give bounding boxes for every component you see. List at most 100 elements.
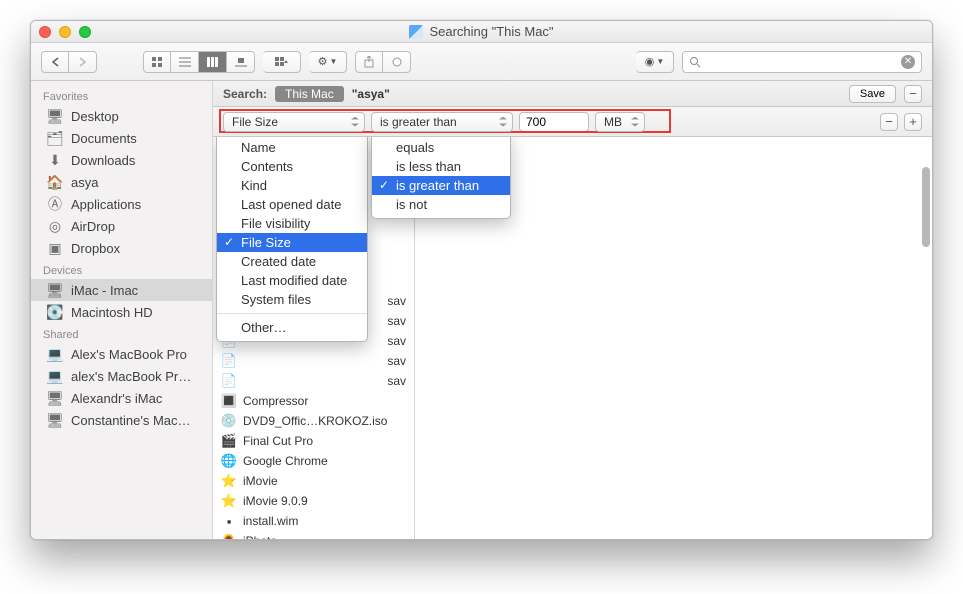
list-item[interactable]: 🎬Final Cut Pro xyxy=(213,431,414,451)
list-item[interactable]: 💿DVD9_Offic…KROKOZ.iso xyxy=(213,411,414,431)
add-criteria-button[interactable]: + xyxy=(904,113,922,131)
dropdown-item[interactable]: Last modified date xyxy=(217,271,367,290)
view-buttons xyxy=(143,51,255,73)
finder-window: Searching "This Mac" ⚙▼ ◉▼ ✕ Fa xyxy=(30,20,933,540)
zoom-window-button[interactable] xyxy=(79,26,91,38)
list-item[interactable]: ▪install.wim xyxy=(213,511,414,531)
dropdown-item[interactable]: is less than xyxy=(372,157,510,176)
comparator-dropdown: equals is less than is greater than is n… xyxy=(371,137,511,219)
desktop-icon: 🖥 xyxy=(47,108,63,124)
dropdown-item[interactable]: Kind xyxy=(217,176,367,195)
chevron-down-icon: ▼ xyxy=(329,57,337,66)
share-button[interactable] xyxy=(355,51,383,73)
dropbox-icon: ▣ xyxy=(47,240,63,256)
sidebar-item-dropbox[interactable]: ▣Dropbox xyxy=(31,237,212,259)
dropdown-item-other[interactable]: Other… xyxy=(217,318,367,337)
criteria-comparator-select[interactable]: is greater than xyxy=(371,112,513,132)
list-item[interactable]: ⭐iMovie xyxy=(213,471,414,491)
dropdown-item[interactable]: Last opened date xyxy=(217,195,367,214)
list-item[interactable]: 📄sav xyxy=(213,351,414,371)
dropdown-item[interactable]: equals xyxy=(372,138,510,157)
imac-icon: 🖥 xyxy=(47,412,63,428)
scroll-thumb[interactable] xyxy=(922,167,930,247)
column-view-button[interactable] xyxy=(199,51,227,73)
sidebar-item-shared[interactable]: 💻alex's MacBook Pr… xyxy=(31,365,212,387)
dropdown-item[interactable]: Created date xyxy=(217,252,367,271)
list-item[interactable]: 📄sav xyxy=(213,371,414,391)
dropdown-item[interactable]: is greater than xyxy=(372,176,510,195)
search-field[interactable]: ✕ xyxy=(682,51,922,73)
scrollbar[interactable] xyxy=(922,167,930,367)
sidebar-item-shared[interactable]: 🖥Constantine's Mac… xyxy=(31,409,212,431)
gear-icon: ⚙ xyxy=(318,55,328,68)
sidebar-header-shared: Shared xyxy=(31,323,212,343)
quicklook-button[interactable]: ◉▼ xyxy=(636,51,674,73)
back-button[interactable] xyxy=(41,51,69,73)
dropdown-item[interactable]: System files xyxy=(217,290,367,309)
dropdown-item[interactable]: Name xyxy=(217,138,367,157)
file-results: 📄sav 📄sav 📄sav 📄sav 📄sav 🔳Compressor 💿DV… xyxy=(213,137,932,539)
sidebar-item-macintosh-hd[interactable]: 💽Macintosh HD xyxy=(31,301,212,323)
list-item[interactable]: 🔳Compressor xyxy=(213,391,414,411)
sidebar-item-shared[interactable]: 💻Alex's MacBook Pro xyxy=(31,343,212,365)
sidebar-header-favorites: Favorites xyxy=(31,85,212,105)
dropdown-item[interactable]: File Size xyxy=(217,233,367,252)
dropdown-item[interactable]: Contents xyxy=(217,157,367,176)
save-search-button[interactable]: Save xyxy=(849,85,896,103)
dropdown-item[interactable]: is not xyxy=(372,195,510,214)
home-icon: 🏠 xyxy=(47,174,63,190)
arrange-button[interactable] xyxy=(263,51,301,73)
sidebar-item-home[interactable]: 🏠asya xyxy=(31,171,212,193)
nav-buttons xyxy=(41,51,97,73)
sidebar-header-devices: Devices xyxy=(31,259,212,279)
toolbar: ⚙▼ ◉▼ ✕ xyxy=(31,43,932,81)
sidebar-item-shared[interactable]: 🖥Alexandr's iMac xyxy=(31,387,212,409)
coverflow-view-button[interactable] xyxy=(227,51,255,73)
scope-this-mac[interactable]: This Mac xyxy=(275,86,344,102)
imac-icon: 🖥 xyxy=(47,282,63,298)
sidebar-item-downloads[interactable]: ⬇Downloads xyxy=(31,149,212,171)
sidebar-item-desktop[interactable]: 🖥Desktop xyxy=(31,105,212,127)
minimize-window-button[interactable] xyxy=(59,26,71,38)
search-input[interactable] xyxy=(705,55,897,69)
icon-view-button[interactable] xyxy=(143,51,171,73)
main-area: Search: This Mac "asya" Save − File Size… xyxy=(213,81,932,539)
applications-icon: Ⓐ xyxy=(47,196,63,212)
share-buttons xyxy=(355,51,411,73)
list-view-button[interactable] xyxy=(171,51,199,73)
sidebar: Favorites 🖥Desktop 🗂Documents ⬇Downloads… xyxy=(31,81,213,539)
clear-search-button[interactable]: ✕ xyxy=(901,55,915,69)
sidebar-item-imac[interactable]: 🖥iMac - Imac xyxy=(31,279,212,301)
airdrop-icon: ◎ xyxy=(47,218,63,234)
forward-button[interactable] xyxy=(69,51,97,73)
sidebar-item-documents[interactable]: 🗂Documents xyxy=(31,127,212,149)
documents-icon: 🗂 xyxy=(47,130,63,146)
eye-icon: ◉ xyxy=(645,55,655,68)
chevron-down-icon: ▼ xyxy=(656,57,664,66)
search-icon xyxy=(689,56,701,68)
action-button[interactable]: ⚙▼ xyxy=(309,51,347,73)
laptop-icon: 💻 xyxy=(47,368,63,384)
list-item[interactable]: 🌻iPhoto xyxy=(213,531,414,539)
scope-quoted[interactable]: "asya" xyxy=(352,87,390,101)
tags-button[interactable] xyxy=(383,51,411,73)
sidebar-item-applications[interactable]: ⒶApplications xyxy=(31,193,212,215)
titlebar: Searching "This Mac" xyxy=(31,21,932,43)
criteria-unit-select[interactable]: MB xyxy=(595,112,645,132)
dropdown-separator xyxy=(217,313,367,314)
dropdown-item[interactable]: File visibility xyxy=(217,214,367,233)
remove-criteria-button[interactable]: − xyxy=(880,113,898,131)
sidebar-item-airdrop[interactable]: ◎AirDrop xyxy=(31,215,212,237)
list-item[interactable]: 🌐Google Chrome xyxy=(213,451,414,471)
window-title: Searching "This Mac" xyxy=(429,24,553,39)
remove-scope-button[interactable]: − xyxy=(904,85,922,103)
list-item[interactable]: ⭐iMovie 9.0.9 xyxy=(213,491,414,511)
imac-icon: 🖥 xyxy=(47,390,63,406)
close-window-button[interactable] xyxy=(39,26,51,38)
search-criteria-row: File Size is greater than MB − + xyxy=(213,107,932,137)
search-label: Search: xyxy=(223,87,267,101)
disk-icon: 💽 xyxy=(47,304,63,320)
criteria-value-input[interactable] xyxy=(519,112,589,132)
criteria-attribute-select[interactable]: File Size xyxy=(223,112,365,132)
traffic-lights xyxy=(39,26,91,38)
